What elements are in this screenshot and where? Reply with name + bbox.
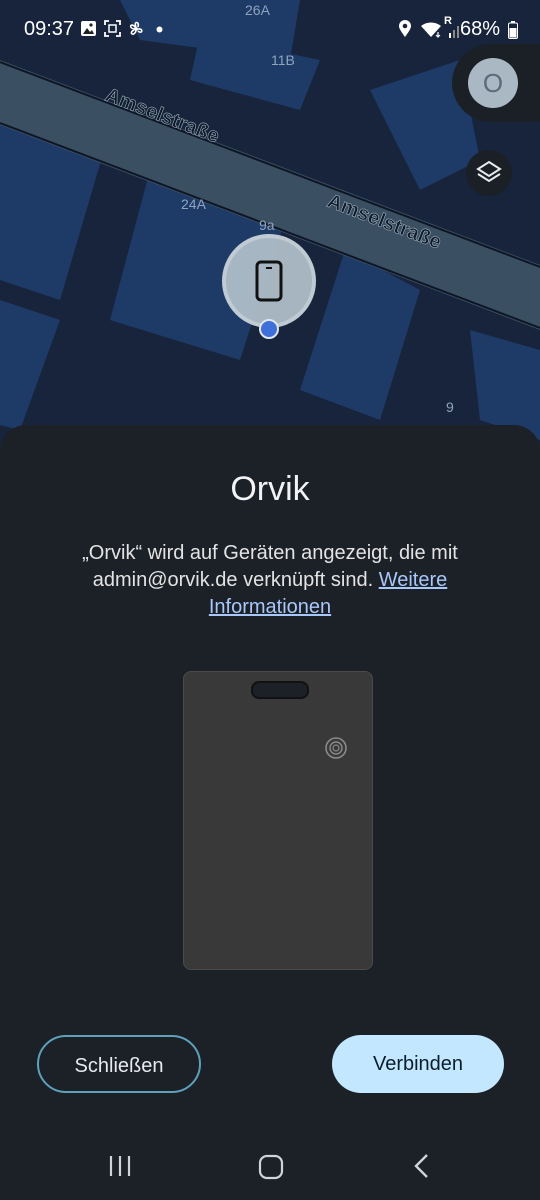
- location-icon: [399, 20, 411, 37]
- avatar: O: [468, 58, 518, 108]
- connect-button[interactable]: Verbinden: [332, 1035, 504, 1093]
- wifi-icon: [421, 22, 441, 38]
- map-layers-button[interactable]: [466, 150, 512, 196]
- battery-percentage: 68%: [459, 18, 500, 40]
- status-time: 09:37: [24, 18, 75, 40]
- back-icon[interactable]: [412, 1153, 432, 1179]
- tracker-logo-icon: [325, 737, 347, 759]
- gallery-icon: [81, 21, 96, 36]
- layers-icon: [476, 160, 502, 183]
- house-number: 24A: [181, 196, 207, 212]
- close-button[interactable]: Schließen: [37, 1035, 201, 1093]
- system-navigation-bar: [0, 1135, 540, 1200]
- status-bar: 09:37 R 68%: [0, 0, 540, 62]
- map-building: [470, 330, 540, 440]
- battery-icon: [508, 21, 518, 39]
- home-icon[interactable]: [258, 1154, 284, 1180]
- device-title: Orvik: [230, 470, 310, 508]
- tracker-card-image: [183, 671, 373, 970]
- card-slot: [251, 681, 309, 699]
- house-number: 9: [446, 399, 454, 415]
- fan-icon: [129, 21, 143, 35]
- recents-icon[interactable]: [108, 1154, 132, 1178]
- map-building: [0, 300, 60, 430]
- screenshot-icon: [104, 20, 121, 37]
- house-number: 9a: [259, 217, 275, 233]
- device-description: „Orvik“ wird auf Geräten angezeigt, die …: [50, 540, 490, 621]
- location-dot: [259, 319, 279, 339]
- notification-dot-icon: [156, 26, 163, 33]
